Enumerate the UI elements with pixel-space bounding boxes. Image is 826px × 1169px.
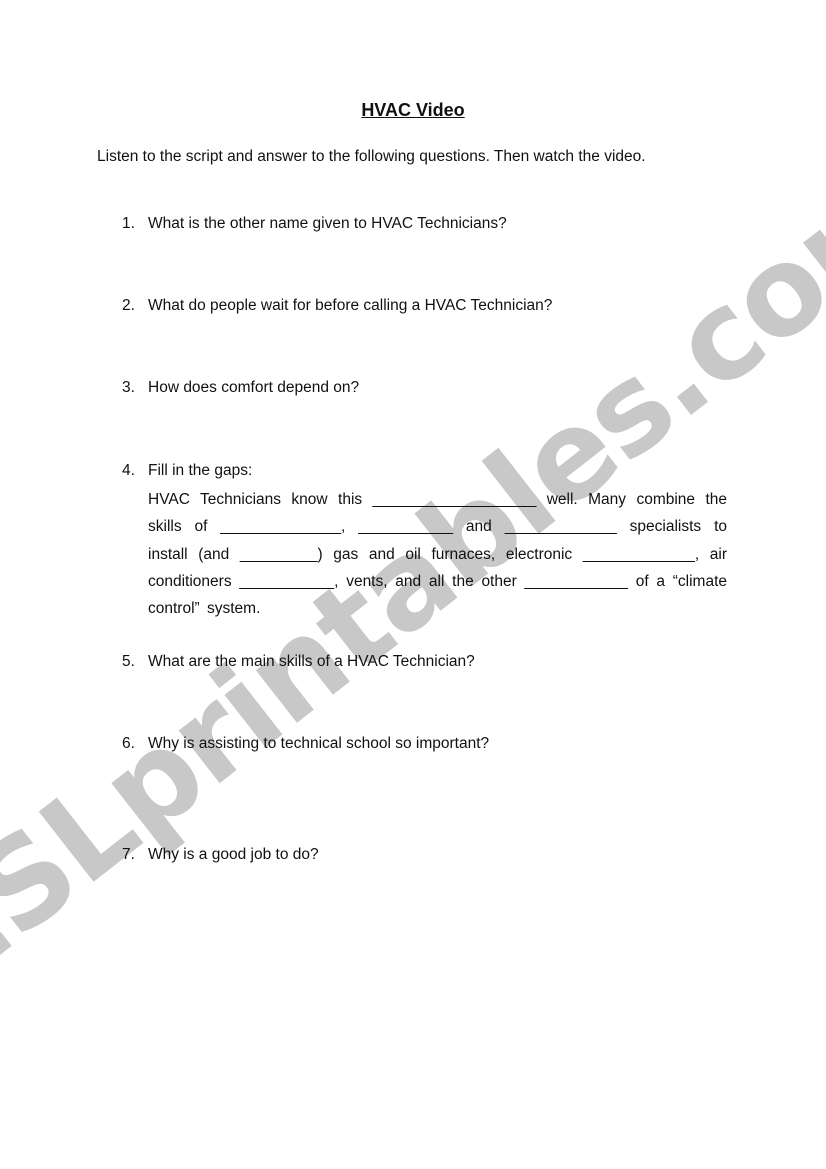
question-text: What do people wait for before calling a… bbox=[148, 297, 553, 314]
question-text: Fill in the gaps: bbox=[148, 462, 253, 479]
worksheet-page: ESLprintables.com HVAC Video Listen to t… bbox=[0, 0, 826, 1169]
question-text: How does comfort depend on? bbox=[148, 379, 360, 396]
question-text: What are the main skills of a HVAC Techn… bbox=[148, 653, 475, 670]
question-number: 5. bbox=[122, 653, 135, 670]
page-title: HVAC Video bbox=[361, 100, 465, 120]
question-text: Why is assisting to technical school so … bbox=[148, 735, 490, 752]
question-5: 5. What are the main skills of a HVAC Tec… bbox=[122, 652, 475, 672]
question-text: Why is a good job to do? bbox=[148, 846, 319, 863]
question-number: 1. bbox=[122, 215, 135, 232]
gap-fill-paragraph: HVAC Technicians know this _____________… bbox=[148, 491, 727, 618]
question-1: 1. What is the other name given to HVAC T… bbox=[122, 214, 507, 234]
question-number: 4. bbox=[122, 462, 135, 479]
instructions: Listen to the script and answer to the f… bbox=[97, 148, 646, 165]
question-4: 4. Fill in the gaps: bbox=[122, 461, 252, 481]
question-number: 3. bbox=[122, 379, 135, 396]
question-number: 6. bbox=[122, 735, 135, 752]
question-6: 6. Why is assisting to technical school s… bbox=[122, 734, 489, 754]
question-number: 7. bbox=[122, 846, 135, 863]
question-text: What is the other name given to HVAC Tec… bbox=[148, 215, 507, 232]
question-number: 2. bbox=[122, 297, 135, 314]
question-7: 7. Why is a good job to do? bbox=[122, 845, 319, 865]
question-2: 2. What do people wait for before calling… bbox=[122, 296, 552, 316]
question-3: 3. How does comfort depend on? bbox=[122, 378, 359, 398]
